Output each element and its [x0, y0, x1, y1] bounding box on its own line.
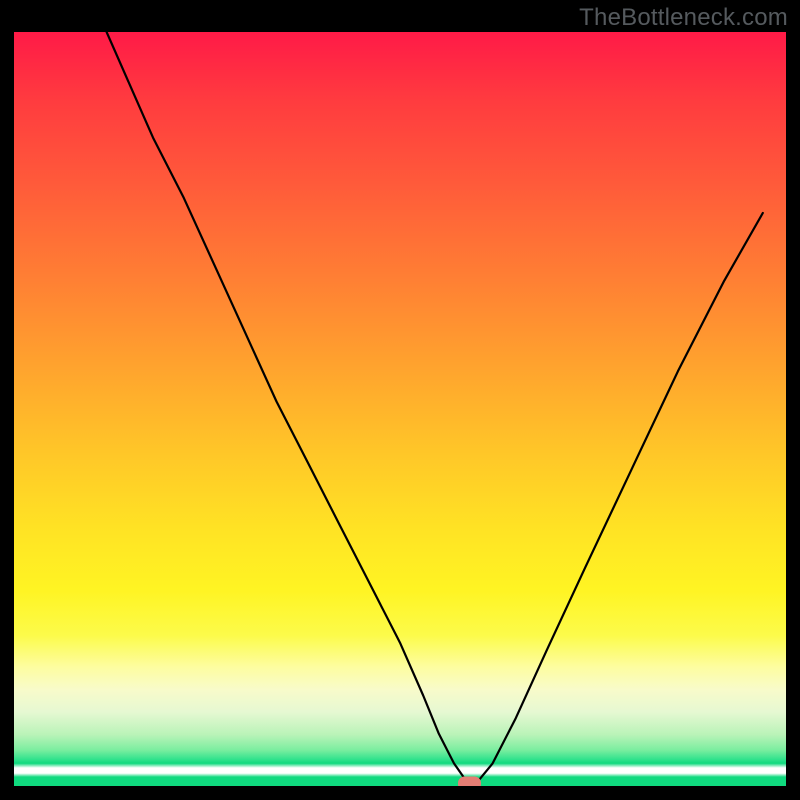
plot-area: [14, 32, 786, 786]
chart-root: TheBottleneck.com: [0, 0, 800, 800]
bottleneck-curve-line: [107, 32, 763, 782]
chart-overlay: [14, 32, 786, 786]
optimum-marker: [459, 777, 481, 786]
watermark-text: TheBottleneck.com: [579, 4, 788, 32]
